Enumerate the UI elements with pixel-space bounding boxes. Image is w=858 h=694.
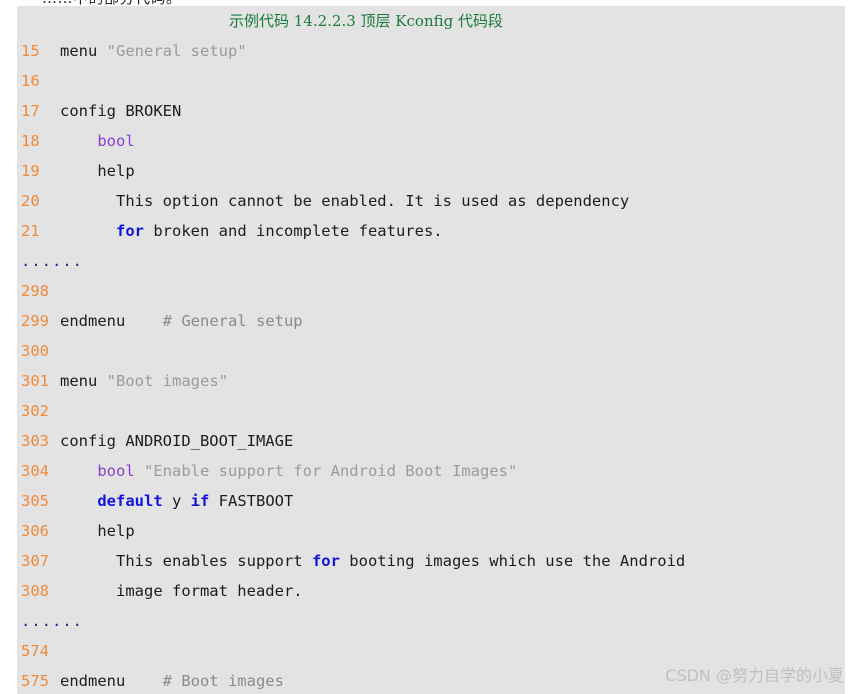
line-number: 303 — [21, 432, 49, 450]
code-token-kw: if — [190, 492, 210, 510]
code-line-row: 20 This option cannot be enabled. It is … — [17, 186, 845, 216]
line-number: 301 — [21, 372, 49, 390]
line-number: 300 — [21, 342, 49, 360]
code-token-plain: FASTBOOT — [209, 492, 294, 510]
code-line-row: 301 menu "Boot images" — [17, 366, 845, 396]
code-token-plain: This option cannot be enabled. It is use… — [60, 192, 630, 210]
code-line-text: image format header. — [60, 576, 303, 606]
code-token-type: bool — [97, 462, 135, 480]
line-number: 308 — [21, 582, 49, 600]
truncated-paragraph-above: ……中的部分代码。 — [42, 0, 182, 5]
line-number: 18 — [21, 132, 40, 150]
code-line-row: 575 endmenu # Boot images — [17, 666, 845, 694]
code-token-type: bool — [97, 132, 135, 150]
code-line-row: 15 menu "General setup" — [17, 36, 845, 66]
code-token-plain: config ANDROID_BOOT_IMAGE — [60, 432, 294, 450]
code-line-text: help — [60, 516, 135, 546]
code-token-plain: image format header. — [60, 582, 303, 600]
code-token-plain: endmenu — [60, 312, 163, 330]
code-line-text: config BROKEN — [60, 96, 181, 126]
code-token-plain: endmenu — [60, 672, 163, 690]
code-line-text: bool "Enable support for Android Boot Im… — [60, 456, 517, 486]
code-line-text: menu "Boot images" — [60, 366, 228, 396]
code-token-plain: menu — [60, 42, 107, 60]
code-token-string: "Enable support for Android Boot Images" — [144, 462, 518, 480]
code-line-row: 308 image format header. — [17, 576, 845, 606]
code-token-plain: help — [60, 522, 135, 540]
code-line-row: 19 help — [17, 156, 845, 186]
code-ellipsis-row: ...... — [17, 246, 845, 276]
code-line-text: help — [60, 156, 135, 186]
code-line-row: 305 default y if FASTBOOT — [17, 486, 845, 516]
code-token-plain: This enables support — [60, 552, 312, 570]
code-line-row: 303 config ANDROID_BOOT_IMAGE — [17, 426, 845, 456]
line-number: 15 — [21, 42, 40, 60]
code-token-plain: booting images which use the Android — [339, 552, 686, 570]
code-listing-panel: 示例代码 14.2.2.3 顶层 Kconfig 代码段 15 menu "Gen… — [17, 6, 845, 694]
code-token-comment: # General setup — [162, 312, 303, 330]
code-lines-container: 15 menu "General setup" 16 17 config BROKEN 1… — [17, 36, 845, 694]
code-line-row: 298 — [17, 276, 845, 306]
code-line-row: 16 — [17, 66, 845, 96]
code-line-text: bool — [60, 126, 135, 156]
code-line-text: default y if FASTBOOT — [60, 486, 293, 516]
code-token-kw: for — [116, 222, 144, 240]
ellipsis-marker: ...... — [21, 612, 83, 630]
ellipsis-marker: ...... — [21, 252, 83, 270]
line-number: 17 — [21, 102, 40, 120]
line-number: 575 — [21, 672, 49, 690]
line-number: 21 — [21, 222, 40, 240]
code-token-plain: broken and incomplete features. — [144, 222, 443, 240]
code-line-row: 306 help — [17, 516, 845, 546]
code-line-text: for broken and incomplete features. — [60, 216, 443, 246]
line-number: 302 — [21, 402, 49, 420]
line-number: 306 — [21, 522, 49, 540]
code-line-row: 21 for broken and incomplete features. — [17, 216, 845, 246]
line-number: 298 — [21, 282, 49, 300]
code-token-plain: y — [162, 492, 191, 510]
page-root: ……中的部分代码。 示例代码 14.2.2.3 顶层 Kconfig 代码段 1… — [0, 0, 858, 694]
line-number: 299 — [21, 312, 49, 330]
line-number: 19 — [21, 162, 40, 180]
code-line-row: 307 This enables support for booting ima… — [17, 546, 845, 576]
code-listing-caption: 示例代码 14.2.2.3 顶层 Kconfig 代码段 — [229, 12, 503, 30]
code-token-string: "General setup" — [106, 42, 247, 60]
code-token-kw: for — [311, 552, 340, 570]
code-line-row: 300 — [17, 336, 845, 366]
code-token-comment: # Boot images — [162, 672, 284, 690]
code-line-row: 18 bool — [17, 126, 845, 156]
code-line-text: endmenu # Boot images — [60, 666, 284, 694]
code-token-string: "Boot images" — [106, 372, 228, 390]
line-number: 304 — [21, 462, 49, 480]
line-number: 574 — [21, 642, 49, 660]
line-number: 16 — [21, 72, 40, 90]
code-line-text: config ANDROID_BOOT_IMAGE — [60, 426, 293, 456]
code-line-text: This enables support for booting images … — [60, 546, 685, 576]
code-line-text: menu "General setup" — [60, 36, 247, 66]
code-line-text: This option cannot be enabled. It is use… — [60, 186, 629, 216]
code-line-row: 17 config BROKEN — [17, 96, 845, 126]
code-ellipsis-row: ...... — [17, 606, 845, 636]
code-token-kw: default — [97, 492, 163, 510]
code-token-plain: menu — [60, 372, 107, 390]
code-line-row: 302 — [17, 396, 845, 426]
code-line-text: endmenu # General setup — [60, 306, 303, 336]
code-line-row: 304 bool "Enable support for Android Boo… — [17, 456, 845, 486]
line-number: 307 — [21, 552, 49, 570]
code-line-row: 574 — [17, 636, 845, 666]
line-number: 20 — [21, 192, 40, 210]
code-token-plain: help — [60, 162, 135, 180]
line-number: 305 — [21, 492, 49, 510]
code-line-row: 299 endmenu # General setup — [17, 306, 845, 336]
code-token-plain: config BROKEN — [60, 102, 182, 120]
